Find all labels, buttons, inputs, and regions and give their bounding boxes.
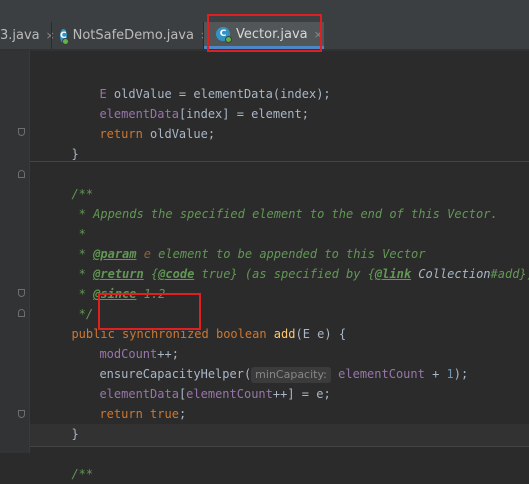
tab-label: NotSafeDemo.java [72,28,194,43]
code-line[interactable]: } [57,124,78,161]
doc-comment-line[interactable]: * @param e element to be appended to thi… [57,224,426,261]
doc-comment-line[interactable]: * @since 1.2 [57,264,166,301]
tab-notsafedemo-java[interactable]: C NotSafeDemo.java × [52,22,209,49]
code-line[interactable]: } [57,404,78,441]
tab-label: Vector.java [236,26,308,42]
method-signature-line[interactable]: public synchronized boolean add(E e) { [57,304,346,341]
doc-comment-line[interactable]: * Appends the specified element to the e… [57,184,498,221]
tab-3-java[interactable]: 3.java × [0,22,55,49]
doc-comment-line[interactable]: /** [57,164,93,201]
tab-vector-java[interactable]: C Vector.java × [204,22,324,49]
code-line[interactable]: return true; [85,384,186,421]
doc-comment-line[interactable]: */ [57,284,93,321]
current-line-highlight [30,424,529,446]
close-icon[interactable]: × [314,28,323,41]
java-class-icon: C [60,28,69,45]
fold-end-icon[interactable] [18,410,25,418]
doc-comment-line[interactable]: * @return {@code true} (as specified by … [57,244,529,281]
code-line[interactable]: modCount++; [85,324,178,361]
method-separator [30,161,529,162]
code-line[interactable]: elementData[elementCount++] = e; [85,364,330,401]
editor-gutter [0,51,30,453]
code-line[interactable]: return oldValue; [85,104,215,141]
method-separator [30,446,529,447]
code-line[interactable]: elementData[index] = element; [85,84,309,121]
fold-start-icon[interactable] [18,170,25,178]
code-line[interactable]: ensureCapacityHelper(minCapacity: elemen… [85,344,468,383]
fold-end-icon[interactable] [18,289,25,297]
tab-bar-border [0,49,529,51]
java-class-icon: C [216,27,232,43]
doc-comment-line[interactable]: * [57,204,86,241]
doc-comment-line[interactable]: /** [57,444,93,481]
fold-start-icon[interactable] [18,309,25,317]
code-line[interactable]: E oldValue = elementData(index); [85,64,330,101]
fold-end-icon[interactable] [18,128,25,136]
tab-label: 3.java [0,28,40,43]
